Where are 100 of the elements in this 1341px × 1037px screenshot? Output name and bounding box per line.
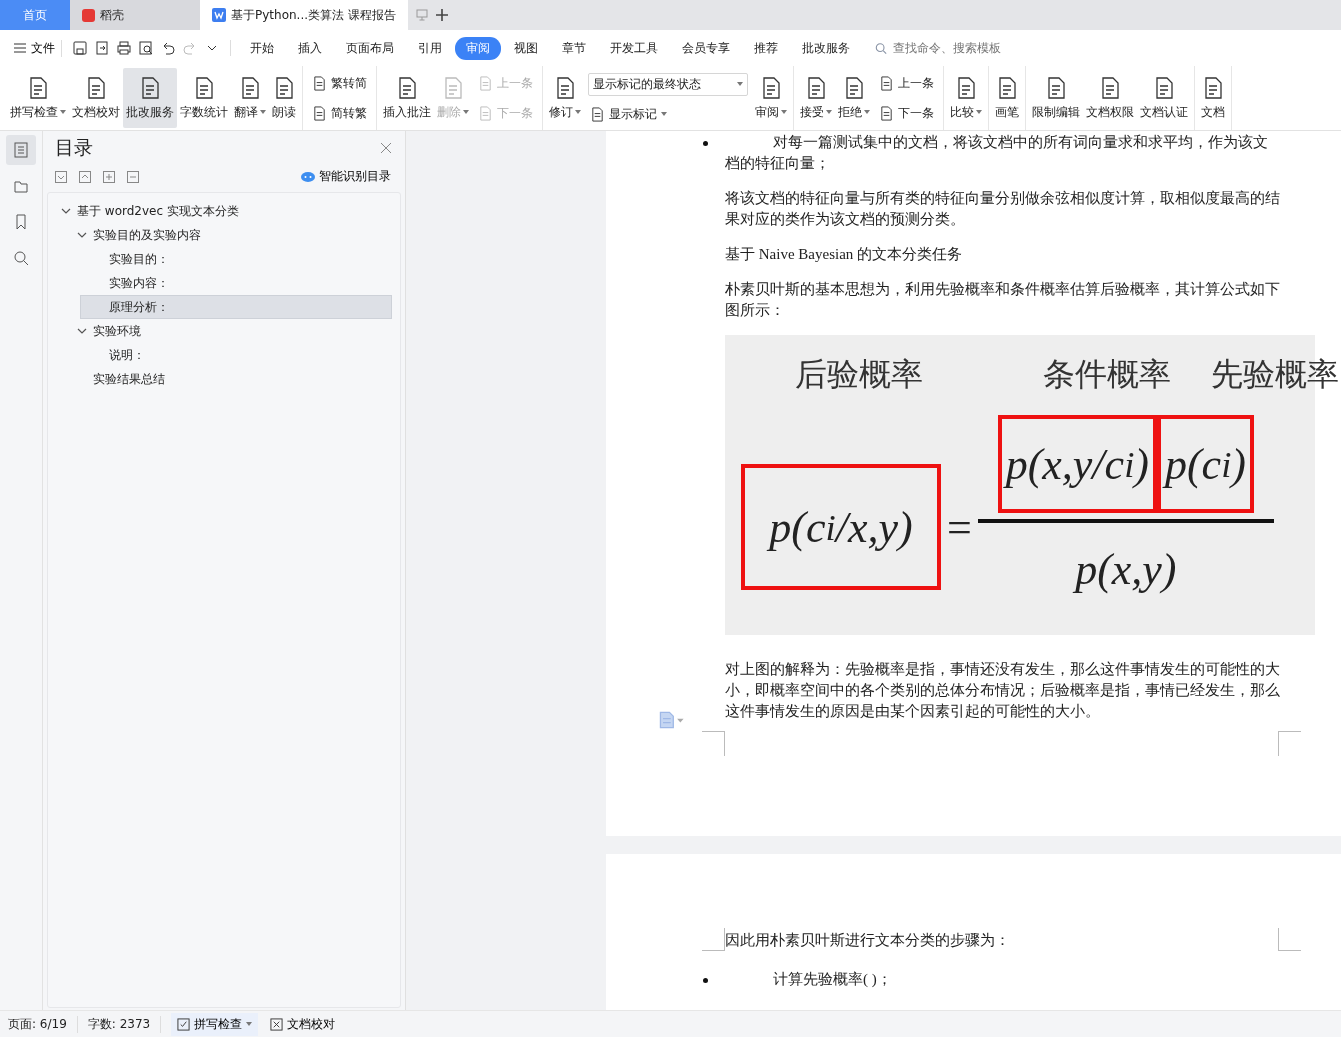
paragraph: 基于 Naive Bayesian 的文本分类任务 xyxy=(725,245,964,264)
ribbon-button[interactable]: 审阅 xyxy=(752,68,790,128)
ribbon-button[interactable]: 字数统计 xyxy=(177,68,231,128)
outline-list-icon xyxy=(13,142,29,158)
chevron-icon[interactable] xyxy=(77,326,87,336)
outline-item[interactable]: 基于 word2vec 实现文本分类 xyxy=(48,199,392,223)
paragraph: 因此用朴素贝叶斯进行文本分类的步骤为： xyxy=(725,931,1011,950)
ribbon-button[interactable]: 批改服务 xyxy=(123,68,177,128)
ribbon-button[interactable]: 朗读 xyxy=(269,68,299,128)
outline-item[interactable]: 说明： xyxy=(80,343,392,367)
collapse-up-icon[interactable] xyxy=(79,170,91,183)
ribbon-button[interactable]: 接受 xyxy=(797,68,835,128)
paragraph: 朴素贝叶斯的基本思想为，利用先验概率和条件概率估算后验概率，其计算公式如下图所示： xyxy=(725,280,1281,320)
ribbon-button[interactable]: 文档校对 xyxy=(69,68,123,128)
document-icon xyxy=(590,106,605,122)
document-icon xyxy=(312,75,327,91)
bookmark-icon xyxy=(13,214,29,230)
ribbon-tab[interactable]: 视图 xyxy=(503,36,549,60)
caret-icon xyxy=(60,110,66,114)
note-icon[interactable] xyxy=(658,711,686,729)
show-markup-button[interactable]: 显示标记 xyxy=(588,104,748,124)
button-label: 画笔 xyxy=(995,103,1019,121)
caret-icon xyxy=(463,110,469,114)
bullet-icon xyxy=(703,141,708,146)
ribbon-button[interactable]: 画笔 xyxy=(992,68,1022,128)
outline-item[interactable]: 实验目的及实验内容 xyxy=(64,223,392,247)
ribbon-button[interactable]: 翻译 xyxy=(231,68,269,128)
print-icon[interactable] xyxy=(116,40,132,56)
ribbon-button[interactable]: 文档认证 xyxy=(1137,68,1191,128)
ribbon-tab[interactable]: 批改服务 xyxy=(791,36,861,60)
ribbon-button[interactable]: 拒绝 xyxy=(835,68,873,128)
button-label: 批改服务 xyxy=(126,103,174,121)
caret-icon xyxy=(826,110,832,114)
formula-label: 条件概率 xyxy=(1043,355,1171,394)
outline-item[interactable]: 实验环境 xyxy=(64,319,392,343)
button-label: 删除 xyxy=(437,103,469,121)
ribbon-button[interactable]: 上一条 xyxy=(877,73,936,93)
ribbon-tab[interactable]: 插入 xyxy=(287,36,333,60)
ribbon-button[interactable]: 拼写检查 xyxy=(7,68,69,128)
word-document-icon xyxy=(212,8,226,22)
ribbon-button[interactable]: 比较 xyxy=(947,68,985,128)
caret-icon xyxy=(737,82,743,86)
button-label: 文档权限 xyxy=(1086,103,1134,121)
ribbon-tab[interactable]: 推荐 xyxy=(743,36,789,60)
ribbon-tab[interactable]: 审阅 xyxy=(455,36,501,60)
caret-icon xyxy=(246,1022,253,1026)
crop-mark xyxy=(702,731,725,756)
ribbon-tab[interactable]: 页面布局 xyxy=(335,36,405,60)
title-tab[interactable]: 稻壳 xyxy=(70,0,200,30)
document-icon xyxy=(478,75,493,91)
outline-item[interactable]: 实验目的： xyxy=(80,247,392,271)
ribbon-tab[interactable]: 会员专享 xyxy=(671,36,741,60)
search-icon xyxy=(875,41,887,55)
expand-down-icon[interactable] xyxy=(55,170,67,183)
spell-check-button[interactable]: 拼写检查 xyxy=(171,1012,259,1036)
ribbon-button[interactable]: 修订 xyxy=(546,68,584,128)
flame-logo-icon xyxy=(82,8,95,22)
button-label: 文档校对 xyxy=(72,103,120,121)
title-tab[interactable]: 基于Python...类算法 课程报告 xyxy=(200,0,408,30)
ribbon-button[interactable]: 插入批注 xyxy=(380,68,434,128)
outline-item[interactable]: 实验结果总结 xyxy=(64,367,392,391)
ribbon-button[interactable]: 文档权限 xyxy=(1083,68,1137,128)
sidebar-tool-button[interactable] xyxy=(6,135,36,165)
folder-icon xyxy=(13,178,29,194)
button-label: 审阅 xyxy=(755,103,787,121)
ribbon-button[interactable]: 繁转简 xyxy=(310,73,369,93)
ribbon-button[interactable]: 限制编辑 xyxy=(1029,68,1083,128)
smart-outline-button[interactable]: 智能识别目录 xyxy=(295,167,397,186)
plus-icon[interactable] xyxy=(435,9,448,21)
remove-icon[interactable] xyxy=(127,170,139,183)
crop-mark xyxy=(702,928,725,951)
save-icon[interactable] xyxy=(72,40,88,56)
ribbon-button[interactable]: 下一条 xyxy=(877,103,936,123)
ribbon-tab[interactable]: 开发工具 xyxy=(599,36,669,60)
button-label: 接受 xyxy=(800,103,832,121)
file-menu-button[interactable]: 文件 xyxy=(8,39,62,57)
ribbon-tab[interactable]: 引用 xyxy=(407,36,453,60)
cloud-icon xyxy=(301,171,315,182)
markup-state-dropdown[interactable]: 显示标记的最终状态 xyxy=(588,72,748,96)
proofread-button[interactable]: 文档校对 xyxy=(264,1012,342,1036)
export-icon[interactable] xyxy=(94,40,110,56)
button-label: 字数统计 xyxy=(180,103,228,121)
ribbon-button[interactable]: 文档 xyxy=(1198,68,1228,128)
ribbon-tab[interactable]: 章节 xyxy=(551,36,597,60)
crop-mark xyxy=(1278,928,1301,951)
ribbon-tab[interactable]: 开始 xyxy=(239,36,285,60)
document-icon xyxy=(312,105,327,121)
button-label: 拒绝 xyxy=(838,103,870,121)
print-preview-icon[interactable] xyxy=(138,40,154,56)
outline-item[interactable]: 实验内容： xyxy=(80,271,392,295)
button-label: 文档认证 xyxy=(1140,103,1188,121)
chevron-icon[interactable] xyxy=(77,230,87,240)
command-search-field[interactable]: 查找命令、搜索模板 xyxy=(875,40,1045,56)
add-icon[interactable] xyxy=(103,170,115,183)
outline-item[interactable]: 原理分析： xyxy=(80,295,392,319)
caret-icon xyxy=(976,110,982,114)
caret-icon xyxy=(661,112,667,116)
chevron-icon[interactable] xyxy=(61,206,71,216)
ribbon-button[interactable]: 简转繁 xyxy=(310,103,369,123)
close-icon[interactable] xyxy=(381,143,391,153)
